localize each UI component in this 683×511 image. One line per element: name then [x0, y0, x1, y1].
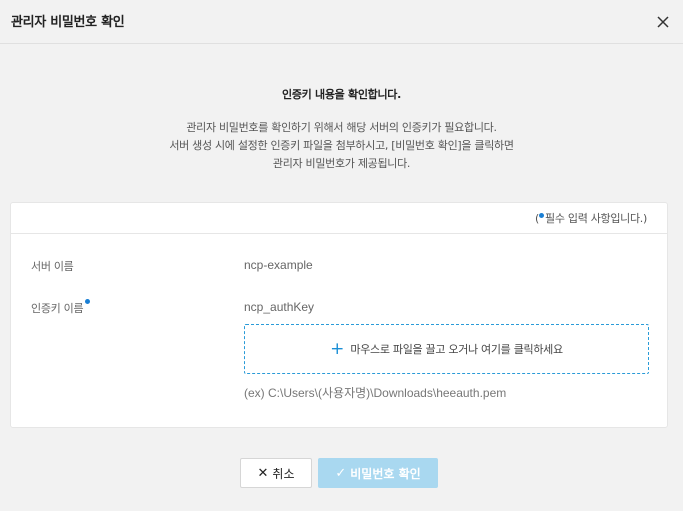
- divider: [11, 233, 667, 234]
- plus-icon: +: [330, 338, 345, 359]
- cancel-label: 취소: [272, 466, 295, 481]
- intro-line: 관리자 비밀번호를 확인하기 위해서 해당 서버의 인증키가 필요합니다.: [186, 121, 497, 134]
- intro-description: 관리자 비밀번호를 확인하기 위해서 해당 서버의 인증키가 필요합니다. 서버…: [0, 119, 683, 173]
- dialog-header: 관리자 비밀번호 확인: [0, 0, 683, 44]
- check-icon: ✓: [335, 465, 347, 481]
- server-name-label: 서버 이름: [31, 260, 74, 273]
- example-path: (ex) C:\Users\(사용자명)\Downloads\heeauth.p…: [244, 386, 507, 400]
- required-dot-icon: [85, 299, 91, 304]
- auth-key-label: 인증키 이름: [31, 299, 91, 316]
- dropzone-text: 마우스로 파일을 끌고 오거나 여기를 클릭하세요: [350, 343, 563, 356]
- required-note: (필수 입력 사항입니다.): [535, 210, 647, 226]
- required-dot-icon: [539, 213, 545, 218]
- intro-title: 인증키 내용을 확인합니다.: [282, 88, 401, 101]
- server-name-value: ncp-example: [244, 258, 313, 272]
- confirm-password-button[interactable]: ✓ 비밀번호 확인: [318, 458, 438, 488]
- intro-line: 관리자 비밀번호가 제공됩니다.: [272, 157, 411, 170]
- confirm-label: 비밀번호 확인: [350, 466, 421, 481]
- cancel-button[interactable]: ✕ 취소: [240, 458, 312, 488]
- required-text: 필수 입력 사항입니다.): [545, 212, 647, 225]
- auth-key-label-text: 인증키 이름: [31, 302, 84, 315]
- intro-line: 서버 생성 시에 설정한 인증키 파일을 첨부하시고, [비밀번호 확인]을 클…: [169, 139, 514, 152]
- file-dropzone[interactable]: + 마우스로 파일을 끌고 오거나 여기를 클릭하세요: [244, 324, 649, 374]
- auth-key-value: ncp_authKey: [244, 300, 315, 314]
- dialog-title: 관리자 비밀번호 확인: [11, 15, 125, 30]
- close-icon[interactable]: [653, 12, 673, 32]
- x-icon: ✕: [257, 465, 269, 481]
- form-card: (필수 입력 사항입니다.) 서버 이름 ncp-example 인증키 이름 …: [10, 202, 668, 428]
